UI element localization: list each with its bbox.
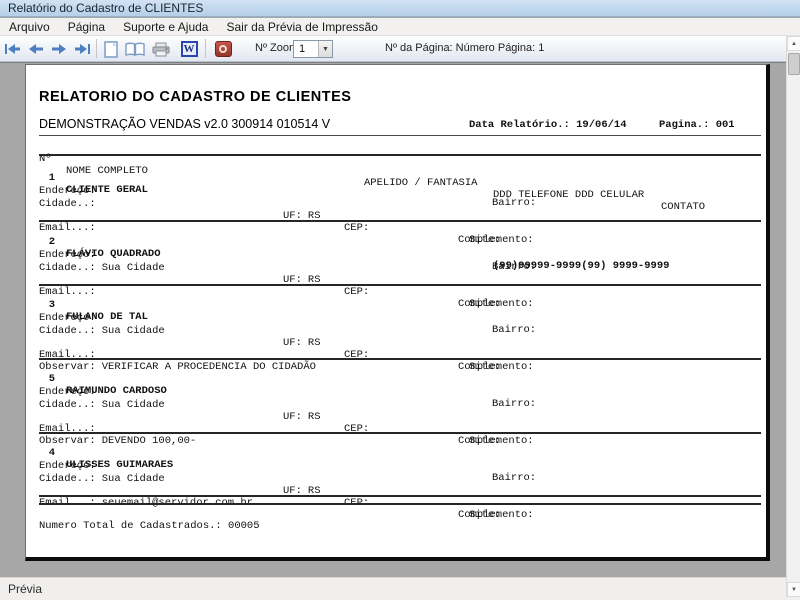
print-preview-area: RELATORIO DO CADASTRO DE CLIENTES DEMONS… [0, 62, 786, 577]
menu-item-suporte-e-ajuda[interactable]: Suporte e Ajuda [114, 19, 217, 35]
record-divider [39, 503, 761, 505]
chevron-up-icon: ▲ [791, 41, 797, 47]
record-divider [39, 432, 761, 434]
menu-item-pagina[interactable]: Página [59, 19, 114, 35]
total-label: Numero Total de Cadastrados.: 00005 [39, 520, 260, 532]
total-row: Numero Total de Cadastrados.: 00005 [26, 508, 766, 520]
field-value: Sua Cidade [102, 473, 165, 485]
client-record: 5 RAIMUNDO CARDOSO Endereço: Bairro: Cid… [26, 361, 766, 435]
zoom-value: 1 [294, 41, 318, 57]
previous-page-button[interactable] [25, 38, 47, 60]
report-page: RELATORIO DO CADASTRO DE CLIENTES DEMONS… [25, 64, 770, 561]
field-value: Sua Cidade [102, 262, 165, 274]
single-page-icon [104, 41, 118, 58]
next-page-icon [51, 43, 67, 55]
chevron-down-icon: ▼ [791, 587, 797, 593]
menu-item-sair-da-previa[interactable]: Sair da Prévia de Impressão [217, 19, 386, 35]
page-info-text: Nº da Página: Número Página: 1 [385, 42, 544, 54]
client-record: 4 ULISSES GUIMARAES Endereço: Bairro: Ci… [26, 435, 766, 507]
report-date: Data Relatório.: 19/06/14 [469, 119, 627, 131]
report-title: RELATORIO DO CADASTRO DE CLIENTES [39, 89, 351, 105]
field-label: Cidade..: [39, 198, 96, 210]
menu-bar: Arquivo Página Suporte e Ajuda Sair da P… [0, 18, 800, 36]
field-value: Sua Cidade [102, 399, 165, 411]
field-label: Bairro: [492, 324, 536, 336]
printer-icon [152, 42, 170, 57]
window-titlebar: Relatório do Cadastro de CLIENTES [0, 0, 800, 17]
divider [39, 154, 761, 156]
field-label: Bairro: [492, 398, 536, 410]
client-record: 2 FLÁVIO QUADRADO (99)99999-9999(99) 999… [26, 224, 766, 288]
field-label: Cidade..: [39, 399, 96, 411]
chevron-down-icon[interactable]: ▼ [318, 41, 332, 57]
previous-page-icon [28, 43, 44, 55]
export-word-button[interactable]: W [178, 38, 200, 60]
zoom-select[interactable]: 1 ▼ [293, 40, 333, 58]
next-page-button[interactable] [48, 38, 70, 60]
client-record: 1 CLIENTE GERAL Endereço: Bairro: Cidade… [26, 160, 766, 224]
two-page-view-button[interactable] [124, 38, 146, 60]
record-divider [39, 358, 761, 360]
two-page-icon [125, 42, 145, 57]
scrollbar-thumb[interactable] [788, 53, 800, 75]
print-button[interactable] [150, 38, 172, 60]
field-label: Bairro: [492, 472, 536, 484]
field-label: Bairro: [492, 261, 536, 273]
report-subtitle: DEMONSTRAÇÃO VENDAS v2.0 300914 010514 V [39, 117, 330, 131]
field-label: Cidade..: [39, 262, 96, 274]
field-label: Bairro: [492, 197, 536, 209]
word-icon: W [181, 41, 198, 57]
last-page-button[interactable] [71, 38, 93, 60]
exit-preview-icon [215, 41, 232, 57]
vertical-scrollbar[interactable]: ▲ ▼ [786, 36, 800, 597]
toolbar-separator [205, 39, 206, 58]
status-text: Prévia [8, 582, 42, 596]
record-divider [39, 284, 761, 286]
exit-preview-button[interactable] [212, 38, 234, 60]
zoom-label: Nº Zoom [255, 42, 298, 54]
menu-item-arquivo[interactable]: Arquivo [0, 19, 59, 35]
field-label: Cidade..: [39, 325, 96, 337]
single-page-view-button[interactable] [100, 38, 122, 60]
record-divider [39, 495, 761, 497]
client-record: 3 FULANO DE TAL Endereço: Bairro: Cidade… [26, 287, 766, 361]
report-page-number: Pagina.: 001 [659, 119, 735, 131]
first-page-button[interactable] [2, 38, 24, 60]
divider [39, 135, 761, 136]
record-divider [39, 220, 761, 222]
last-page-icon [73, 43, 91, 55]
window-title: Relatório do Cadastro de CLIENTES [8, 1, 203, 15]
first-page-icon [4, 43, 22, 55]
column-header-row: Nº NOME COMPLETO APELIDO / FANTASIA DDD … [26, 141, 766, 153]
toolbar: W Nº Zoom 1 ▼ Nº da Página: Número Págin… [0, 36, 800, 62]
scroll-up-button[interactable]: ▲ [787, 36, 800, 51]
toolbar-separator [96, 39, 97, 58]
status-bar: Prévia [0, 577, 800, 600]
scroll-down-button[interactable]: ▼ [787, 582, 800, 597]
field-value: Sua Cidade [102, 325, 165, 337]
field-label: Cidade..: [39, 473, 96, 485]
